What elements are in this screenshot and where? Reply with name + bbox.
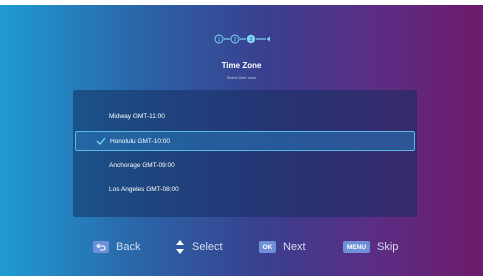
select-label: Select xyxy=(192,241,223,253)
page-title: Time Zone xyxy=(221,61,262,70)
step-2-number: 2 xyxy=(234,37,237,43)
checkmark-icon xyxy=(96,137,106,145)
setup-progress-stepper: 1 2 3 xyxy=(214,33,276,45)
timezone-option-label: Honolulu GMT-10:00 xyxy=(110,138,170,145)
top-status-strip xyxy=(0,0,483,5)
step-2-indicator: 2 xyxy=(230,34,240,44)
menu-key-badge: MENU xyxy=(343,241,370,253)
up-down-arrows-icon xyxy=(175,239,185,255)
ok-key-badge: OK xyxy=(259,241,276,253)
back-label: Back xyxy=(116,241,141,253)
timezone-option[interactable]: Midway GMT-11:00 xyxy=(73,107,417,127)
back-hint[interactable]: Back xyxy=(93,236,140,258)
skip-hint[interactable]: MENU Skip xyxy=(343,236,398,258)
button-hint-bar: Back Select OK Next MENU Skip xyxy=(0,236,483,258)
skip-label: Skip xyxy=(377,241,399,253)
timezone-option[interactable]: Anchorage GMT-09:00 xyxy=(73,156,417,176)
step-1-number: 1 xyxy=(218,37,221,43)
page-subtitle: Select time zone xyxy=(226,75,257,80)
timezone-option-label: Los Angeles GMT-08:00 xyxy=(109,186,179,193)
next-label: Next xyxy=(283,241,306,253)
timezone-option-label: Midway GMT-11:00 xyxy=(109,113,165,120)
timezone-option-selected[interactable]: Honolulu GMT-10:00 xyxy=(75,131,415,151)
timezone-option[interactable]: Los Angeles GMT-08:00 xyxy=(73,180,417,200)
select-hint: Select xyxy=(175,236,223,258)
step-arrow-icon xyxy=(266,36,270,42)
timezone-list: Midway GMT-11:00 Honolulu GMT-10:00 Anch… xyxy=(73,90,417,217)
back-arrow-icon xyxy=(93,241,109,253)
next-hint[interactable]: OK Next xyxy=(259,236,306,258)
timezone-option-label: Anchorage GMT-09:00 xyxy=(109,162,175,169)
step-3-number: 3 xyxy=(250,37,253,43)
step-1-indicator: 1 xyxy=(214,34,224,44)
step-3-indicator-current: 3 xyxy=(246,34,256,44)
